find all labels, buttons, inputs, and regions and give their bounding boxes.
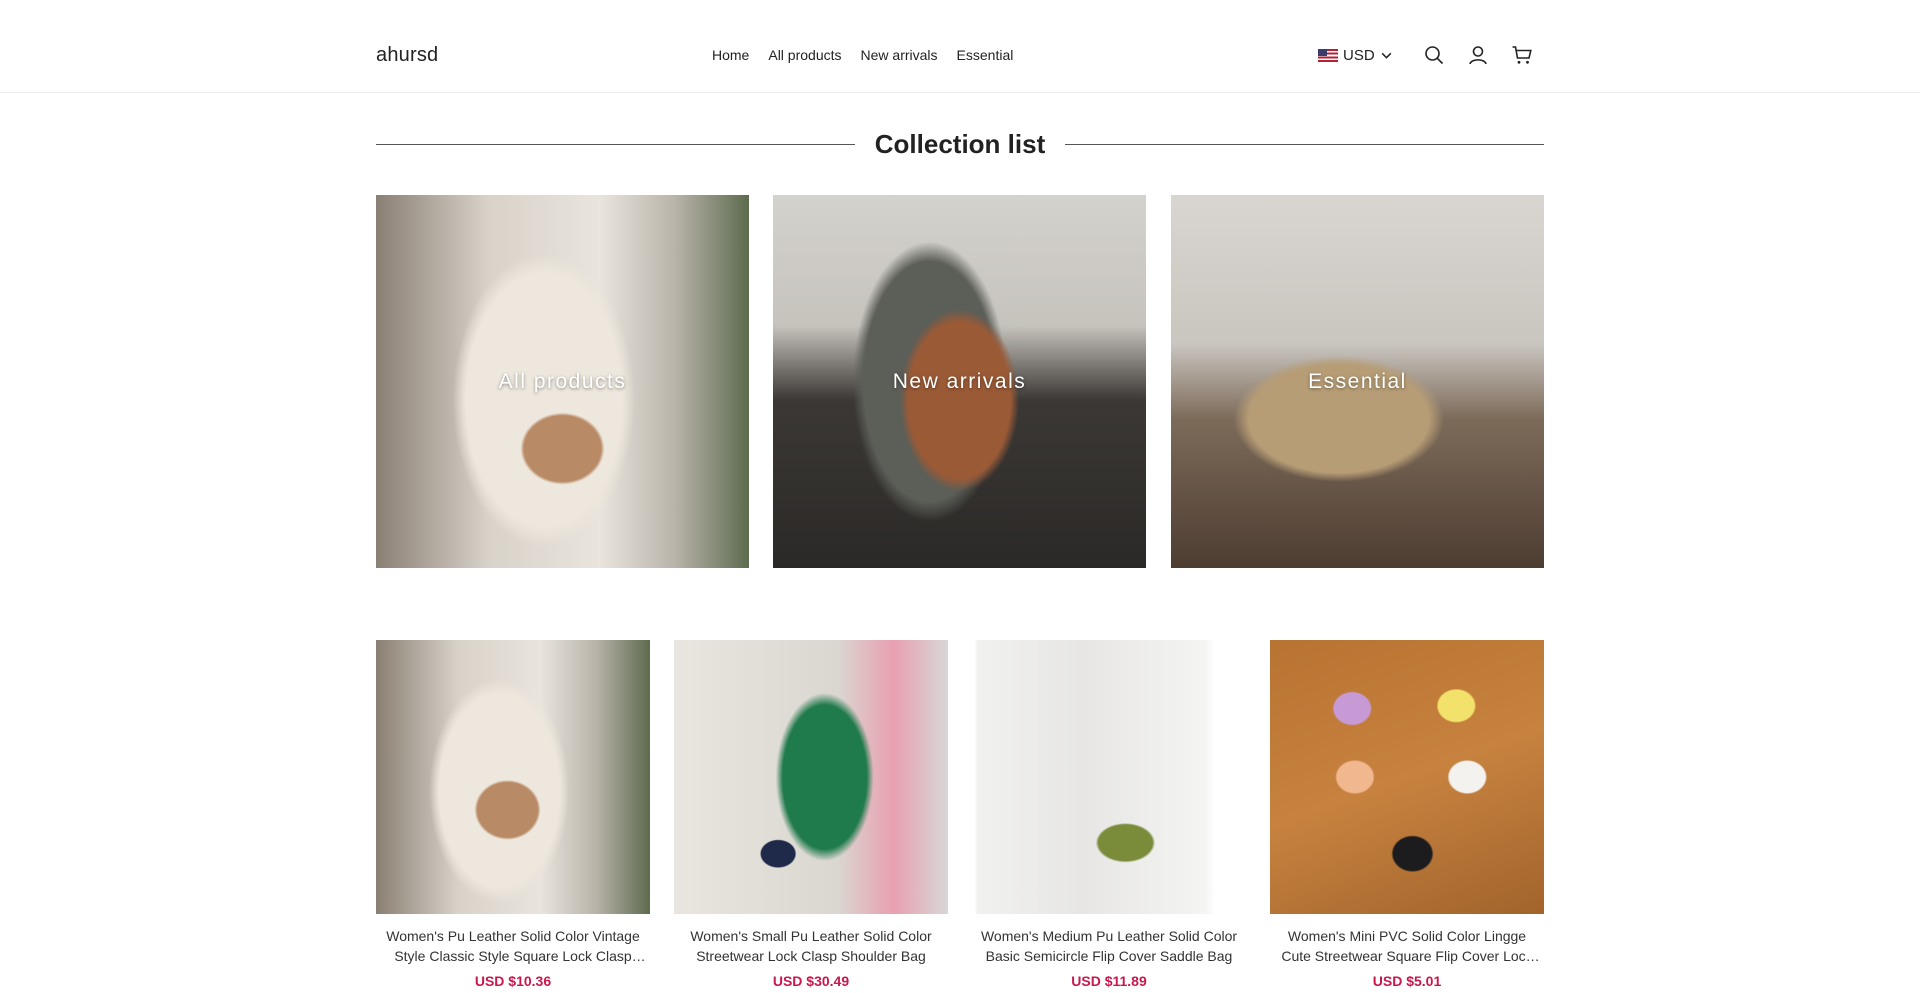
collection-tile-label: Essential	[1308, 369, 1407, 393]
site-header: ahursd Home All products New arrivals Es…	[0, 0, 1920, 93]
chevron-down-icon	[1381, 52, 1392, 59]
product-title[interactable]: Women's Small Pu Leather Solid Color Str…	[674, 926, 948, 966]
product-price: USD $10.36	[474, 973, 552, 989]
heading-divider-right	[1065, 143, 1544, 145]
nav-new-arrivals[interactable]: New arrivals	[861, 47, 938, 63]
user-icon[interactable]	[1467, 44, 1489, 66]
search-icon[interactable]	[1423, 44, 1445, 66]
nav-all-products[interactable]: All products	[768, 47, 841, 63]
product-image[interactable]	[1270, 640, 1544, 914]
collection-tile-label: New arrivals	[892, 369, 1027, 393]
product-image[interactable]	[376, 640, 650, 914]
product-card[interactable]: Women's Medium Pu Leather Solid Color Ba…	[972, 640, 1246, 989]
collection-tile-all-products[interactable]: All products	[376, 195, 749, 568]
collection-tile-essential[interactable]: Essential	[1171, 195, 1544, 568]
cart-icon[interactable]	[1511, 44, 1533, 66]
heading-divider-left	[376, 143, 855, 145]
product-title[interactable]: Women's Mini PVC Solid Color Lingge Cute…	[1270, 926, 1544, 966]
product-image[interactable]	[972, 640, 1246, 914]
currency-label: USD	[1343, 47, 1375, 64]
product-price: USD $11.89	[1071, 973, 1147, 989]
product-card[interactable]: Women's Mini PVC Solid Color Lingge Cute…	[1270, 640, 1544, 989]
product-card[interactable]: Women's Pu Leather Solid Color Vintage S…	[376, 640, 650, 989]
main-nav: Home All products New arrivals Essential	[712, 47, 1032, 63]
currency-selector[interactable]: USD	[1318, 47, 1393, 64]
collection-tile-new-arrivals[interactable]: New arrivals	[773, 195, 1146, 568]
collection-tile-label: All products	[498, 369, 627, 393]
product-card[interactable]: Women's Small Pu Leather Solid Color Str…	[674, 640, 948, 989]
collection-title: Collection list	[874, 128, 1046, 159]
product-title[interactable]: Women's Medium Pu Leather Solid Color Ba…	[972, 926, 1246, 966]
nav-home[interactable]: Home	[712, 47, 749, 63]
store-logo[interactable]: ahursd	[376, 44, 438, 67]
collection-heading: Collection list	[376, 126, 1544, 162]
product-image[interactable]	[674, 640, 948, 914]
product-price: USD $30.49	[772, 973, 850, 989]
product-price: USD $5.01	[1372, 973, 1442, 989]
nav-essential[interactable]: Essential	[957, 47, 1014, 63]
us-flag-icon	[1318, 49, 1338, 62]
product-title[interactable]: Women's Pu Leather Solid Color Vintage S…	[376, 926, 650, 966]
